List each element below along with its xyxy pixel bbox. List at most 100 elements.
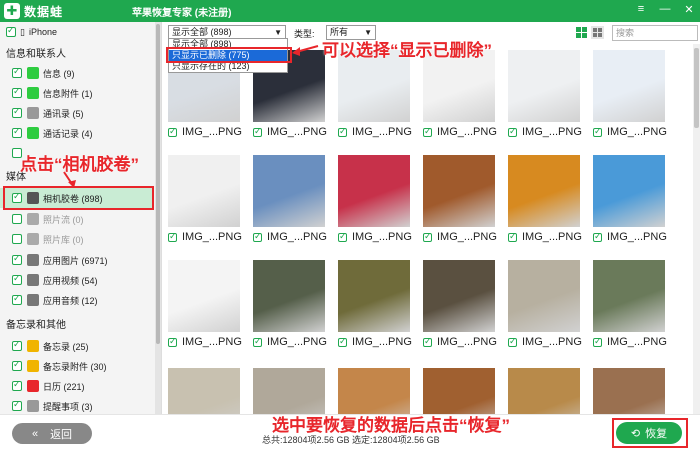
photo-checkbox[interactable]: [253, 231, 262, 242]
photo-checkbox[interactable]: [423, 336, 432, 347]
photo-cell[interactable]: IMG_...PNG: [590, 254, 672, 360]
sidebar-item-messages[interactable]: 信息 (9): [0, 63, 154, 83]
photo-checkbox[interactable]: [253, 126, 262, 137]
sidebar-scrollbar[interactable]: [155, 22, 161, 414]
checkbox[interactable]: [12, 126, 22, 138]
photo-thumbnail[interactable]: [253, 368, 325, 414]
checkbox[interactable]: [12, 359, 22, 371]
photo-checkbox[interactable]: [338, 231, 347, 242]
photo-checkbox[interactable]: [593, 336, 602, 347]
photo-checkbox[interactable]: [423, 231, 432, 242]
photo-checkbox[interactable]: [508, 336, 517, 347]
photo-checkbox[interactable]: [168, 126, 177, 137]
photo-thumbnail[interactable]: [168, 368, 240, 414]
photo-cell[interactable]: IMG_...PNG: [250, 254, 332, 360]
photo-cell[interactable]: IMG_...PNG: [420, 149, 502, 255]
photo-thumbnail[interactable]: [593, 260, 665, 332]
photo-thumbnail[interactable]: [168, 260, 240, 332]
sidebar-item-app-photos[interactable]: 应用图片 (6971): [0, 250, 154, 270]
checkbox[interactable]: [12, 214, 22, 224]
photo-cell[interactable]: IMG_...PNG: [420, 254, 502, 360]
menu-icon[interactable]: ≡: [634, 3, 648, 16]
photo-thumbnail[interactable]: [508, 260, 580, 332]
photo-checkbox[interactable]: [338, 126, 347, 137]
photo-checkbox[interactable]: [253, 336, 262, 347]
photo-cell[interactable]: IMG_...PNG: [335, 362, 417, 414]
photo-thumbnail[interactable]: [338, 260, 410, 332]
photo-cell[interactable]: IMG_...PNG: [420, 362, 502, 414]
music-icon: [27, 294, 39, 306]
photo-checkbox[interactable]: [423, 126, 432, 137]
photo-thumbnail[interactable]: [593, 368, 665, 414]
photo-filename: IMG_...PNG: [607, 126, 667, 138]
photo-thumbnail[interactable]: [253, 260, 325, 332]
photo-cell[interactable]: IMG_...PNG: [505, 149, 587, 255]
sidebar-item-photo-stream[interactable]: 照片流 (0): [0, 209, 154, 229]
sidebar-item-app-audio[interactable]: 应用音频 (12): [0, 290, 154, 310]
photo-cell[interactable]: IMG_...PNG: [590, 44, 672, 150]
photo-thumbnail[interactable]: [508, 50, 580, 122]
photo-cell[interactable]: IMG_...PNG: [250, 362, 332, 414]
photo-checkbox[interactable]: [508, 231, 517, 242]
checkbox[interactable]: [12, 379, 22, 391]
close-icon[interactable]: ✕: [682, 3, 696, 16]
grid-view-icon[interactable]: [591, 26, 604, 39]
photo-cell[interactable]: IMG_...PNG: [590, 149, 672, 255]
sidebar-item-note-attachments[interactable]: 备忘录附件 (30): [0, 356, 154, 376]
photo-checkbox[interactable]: [168, 231, 177, 242]
checkbox[interactable]: [12, 234, 22, 244]
sidebar-item-photo-library[interactable]: 照片库 (0): [0, 229, 154, 249]
sidebar-item-call-log[interactable]: 通话记录 (4): [0, 123, 154, 143]
checkbox[interactable]: [12, 86, 22, 98]
sidebar-item-app-videos[interactable]: 应用视频 (54): [0, 270, 154, 290]
sidebar-item-message-attachments[interactable]: 信息附件 (1): [0, 83, 154, 103]
photo-checkbox[interactable]: [338, 336, 347, 347]
photo-thumbnail[interactable]: [168, 155, 240, 227]
photo-thumbnail[interactable]: [593, 50, 665, 122]
photo-cell[interactable]: IMG_...PNG: [590, 362, 672, 414]
photo-thumbnail[interactable]: [253, 155, 325, 227]
device-checkbox[interactable]: [6, 25, 16, 37]
photo-checkbox[interactable]: [168, 336, 177, 347]
photo-cell[interactable]: IMG_...PNG: [335, 149, 417, 255]
sidebar-item-reminders[interactable]: 提醒事项 (3): [0, 396, 154, 414]
photo-cell[interactable]: IMG_...PNG: [165, 254, 247, 360]
photo-cell[interactable]: IMG_...PNG: [165, 362, 247, 414]
checkbox[interactable]: [12, 273, 22, 285]
sidebar-item-calendar[interactable]: 日历 (221): [0, 376, 154, 396]
video-icon: [27, 274, 39, 286]
checkbox[interactable]: [12, 293, 22, 305]
grid-scrollbar[interactable]: [693, 44, 700, 414]
photo-cell[interactable]: IMG_...PNG: [505, 254, 587, 360]
minimize-icon[interactable]: —: [658, 3, 672, 16]
photo-cell[interactable]: IMG_...PNG: [505, 44, 587, 150]
search-input[interactable]: 搜索: [612, 25, 698, 41]
list-view-icon[interactable]: [575, 26, 588, 39]
checkbox[interactable]: [12, 106, 22, 118]
photo-cell[interactable]: IMG_...PNG: [335, 254, 417, 360]
checkbox[interactable]: [12, 339, 22, 351]
photo-checkbox[interactable]: [508, 126, 517, 137]
checkbox[interactable]: [12, 66, 22, 78]
photo-thumbnail[interactable]: [423, 260, 495, 332]
photo-thumbnail[interactable]: [338, 368, 410, 414]
photo-checkbox[interactable]: [593, 126, 602, 137]
photo-checkbox[interactable]: [593, 231, 602, 242]
sidebar-item-contacts[interactable]: 通讯录 (5): [0, 103, 154, 123]
photo-thumbnail[interactable]: [508, 155, 580, 227]
photo-thumbnail[interactable]: [423, 155, 495, 227]
checkbox[interactable]: [12, 253, 22, 265]
photo-grid: IMG_...PNGIMG_...PNGIMG_...PNGIMG_...PNG…: [163, 44, 693, 414]
dropdown-tip-text: 可以选择“显示已删除”: [322, 41, 492, 60]
photo-cell[interactable]: IMG_...PNG: [505, 362, 587, 414]
sidebar-item-notes[interactable]: 备忘录 (25): [0, 336, 154, 356]
photo-thumbnail[interactable]: [423, 368, 495, 414]
photo-cell[interactable]: IMG_...PNG: [250, 149, 332, 255]
checkbox[interactable]: [12, 399, 22, 411]
back-button[interactable]: « 返回: [12, 423, 92, 444]
photo-thumbnail[interactable]: [508, 368, 580, 414]
photo-thumbnail[interactable]: [593, 155, 665, 227]
device-row[interactable]: ▯ iPhone: [0, 22, 154, 42]
photo-thumbnail[interactable]: [338, 155, 410, 227]
photo-cell[interactable]: IMG_...PNG: [165, 149, 247, 255]
